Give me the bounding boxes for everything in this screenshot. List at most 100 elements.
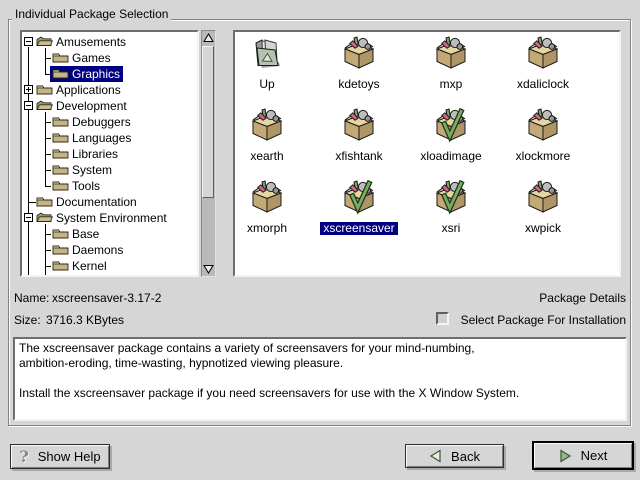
package-icon[interactable]	[525, 107, 561, 143]
tree-item-kernel[interactable]: Kernel	[22, 258, 197, 274]
package-icon[interactable]	[249, 179, 285, 215]
package-xsri[interactable]: xsri	[405, 179, 497, 251]
tree-item-tools[interactable]: Tools	[22, 178, 197, 194]
tree-expander-minus-icon[interactable]	[24, 213, 33, 222]
package-mxp[interactable]: mxp	[405, 35, 497, 107]
package-icon[interactable]	[249, 107, 285, 143]
tree-item-content: Debuggers	[50, 114, 134, 130]
scroll-down-icon[interactable]	[203, 264, 214, 274]
tree-item-label: System Environment	[56, 210, 167, 226]
tree-item-content: Development	[34, 98, 130, 114]
package-icon-panel[interactable]: Up kdetoys mxp xdaliclock xearth xfishtank xlo…	[233, 30, 621, 277]
closed-folder-icon	[52, 131, 72, 146]
tree-scrollbar[interactable]	[201, 30, 216, 277]
package-label[interactable]: Up	[259, 78, 274, 91]
tree-item-languages[interactable]: Languages	[22, 130, 197, 146]
tree-expander-minus-icon[interactable]	[24, 37, 33, 46]
tree-item-documentation[interactable]: Documentation	[22, 194, 197, 210]
select-package-checkbox[interactable]	[436, 312, 449, 325]
tree-item-base[interactable]: Base	[22, 226, 197, 242]
package-label[interactable]: xloadimage	[420, 150, 481, 163]
package-description-text[interactable]: The xscreensaver package contains a vari…	[13, 337, 627, 421]
package-xlockmore[interactable]: xlockmore	[497, 107, 589, 179]
next-arrow-icon	[559, 449, 572, 463]
tree-item-libraries[interactable]: Libraries	[22, 146, 197, 162]
package-icon[interactable]	[341, 35, 377, 71]
help-question-icon: ?	[19, 449, 28, 465]
tree-item-label: Daemons	[72, 242, 123, 258]
tree-expander-plus-icon[interactable]	[24, 85, 33, 94]
open-folder-icon	[36, 211, 56, 226]
package-selection-screen: Individual Package Selection AmusementsG…	[0, 0, 640, 480]
package-label[interactable]: xmorph	[247, 222, 287, 235]
package-up[interactable]: Up	[233, 35, 313, 107]
package-icon[interactable]	[525, 179, 561, 215]
package-xscreensaver[interactable]: xscreensaver	[313, 179, 405, 251]
package-icon[interactable]	[341, 107, 377, 143]
package-label[interactable]: xfishtank	[335, 150, 382, 163]
tree-item-content: Games	[50, 50, 114, 66]
package-label[interactable]: xsri	[442, 222, 461, 235]
select-package-label[interactable]: Select Package For Installation	[461, 313, 626, 327]
tree-expander-minus-icon[interactable]	[24, 101, 33, 110]
tree-item-debuggers[interactable]: Debuggers	[22, 114, 197, 130]
package-xearth[interactable]: xearth	[233, 107, 313, 179]
scrollbar-thumb[interactable]	[202, 46, 214, 198]
closed-folder-icon	[36, 83, 56, 98]
up-folder-icon[interactable]	[249, 35, 285, 71]
category-tree[interactable]: AmusementsGamesGraphicsApplicationsDevel…	[20, 30, 199, 277]
back-label: Back	[451, 449, 480, 464]
next-label: Next	[581, 448, 608, 463]
tree-item-content: Documentation	[34, 194, 140, 210]
package-icon[interactable]	[433, 35, 469, 71]
tree-item-content: Daemons	[50, 242, 126, 258]
package-xwpick[interactable]: xwpick	[497, 179, 589, 251]
tree-item-label: Base	[72, 226, 99, 242]
back-button[interactable]: Back	[405, 444, 504, 468]
package-xloadimage[interactable]: xloadimage	[405, 107, 497, 179]
show-help-button[interactable]: ? Show Help	[10, 444, 110, 469]
tree-item-amusements[interactable]: Amusements	[22, 34, 197, 50]
package-label[interactable]: kdetoys	[338, 78, 379, 91]
tree-item-label: Libraries	[72, 146, 118, 162]
tree-item-label: Documentation	[56, 194, 137, 210]
tree-item-content: System Environment	[34, 210, 170, 226]
tree-rows: AmusementsGamesGraphicsApplicationsDevel…	[22, 32, 197, 275]
tree-item-label: Games	[72, 50, 111, 66]
package-checked-icon[interactable]	[341, 179, 377, 215]
scroll-up-icon[interactable]	[203, 33, 214, 43]
closed-folder-icon	[52, 115, 72, 130]
tree-item-games[interactable]: Games	[22, 50, 197, 66]
size-value: 3716.3 KBytes	[46, 313, 124, 327]
package-kdetoys[interactable]: kdetoys	[313, 35, 405, 107]
closed-folder-icon	[52, 179, 72, 194]
package-icon[interactable]	[525, 35, 561, 71]
package-label[interactable]: xearth	[250, 150, 283, 163]
tree-item-development[interactable]: Development	[22, 98, 197, 114]
tree-item-content: Graphics	[50, 66, 123, 82]
closed-folder-icon	[52, 67, 72, 82]
tree-item-system-environment[interactable]: System Environment	[22, 210, 197, 226]
package-label[interactable]: xscreensaver	[320, 222, 397, 235]
package-checked-icon[interactable]	[433, 107, 469, 143]
tree-item-applications[interactable]: Applications	[22, 82, 197, 98]
tree-item-content: Applications	[34, 82, 124, 98]
package-label[interactable]: xwpick	[525, 222, 561, 235]
package-label[interactable]: mxp	[440, 78, 463, 91]
package-checked-icon[interactable]	[433, 179, 469, 215]
tree-item-content: Tools	[50, 178, 103, 194]
tree-item-system[interactable]: System	[22, 162, 197, 178]
package-xmorph[interactable]: xmorph	[233, 179, 313, 251]
tree-item-label: Development	[56, 98, 127, 114]
closed-folder-icon	[52, 227, 72, 242]
closed-folder-icon	[36, 195, 56, 210]
next-button[interactable]: Next	[532, 441, 634, 470]
package-xfishtank[interactable]: xfishtank	[313, 107, 405, 179]
tree-item-daemons[interactable]: Daemons	[22, 242, 197, 258]
package-xdaliclock[interactable]: xdaliclock	[497, 35, 589, 107]
package-label[interactable]: xdaliclock	[517, 78, 569, 91]
tree-item-content: Kernel	[50, 258, 110, 274]
tree-item-graphics[interactable]: Graphics	[22, 66, 197, 82]
package-label[interactable]: xlockmore	[516, 150, 571, 163]
open-folder-icon	[36, 99, 56, 114]
